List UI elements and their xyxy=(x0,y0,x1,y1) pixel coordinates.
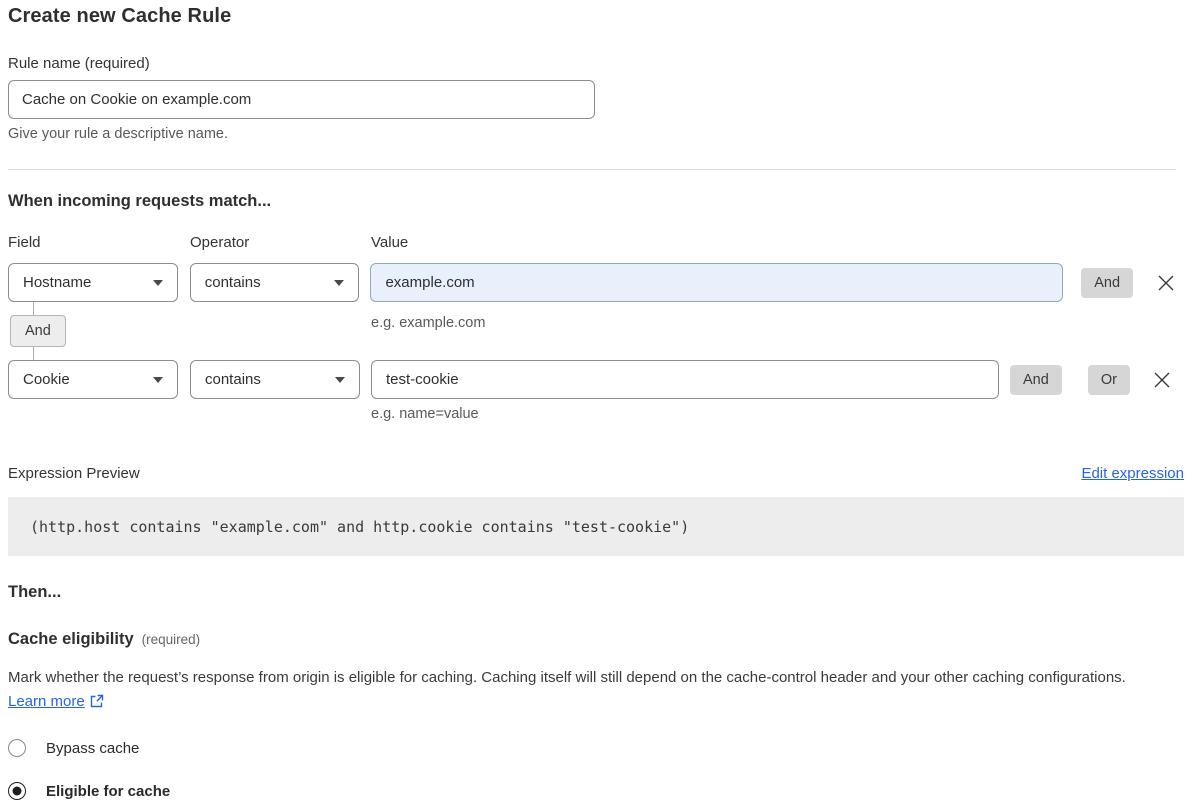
match-row-2: Cookie contains And Or xyxy=(8,360,1176,399)
chevron-down-icon xyxy=(334,280,344,286)
value-column-label: Value xyxy=(371,234,408,251)
add-and-condition-button-1[interactable]: And xyxy=(1081,268,1133,298)
value-input-2[interactable] xyxy=(371,360,999,399)
match-row-1: Hostname contains And xyxy=(8,263,1176,302)
radio-icon[interactable] xyxy=(8,739,26,757)
radio-icon[interactable] xyxy=(8,782,26,800)
field-select-2-value: Cookie xyxy=(23,371,70,388)
cache-eligibility-heading: Cache eligibility xyxy=(8,630,134,649)
cache-eligibility-heading-row: Cache eligibility (required) xyxy=(8,630,1176,649)
add-and-condition-button-2[interactable]: And xyxy=(1010,365,1062,395)
required-note: (required) xyxy=(142,632,201,647)
rule-name-input[interactable] xyxy=(8,80,595,119)
rule-name-helper: Give your rule a descriptive name. xyxy=(8,126,1176,142)
operator-select-2-value: contains xyxy=(205,371,261,388)
page-title: Create new Cache Rule xyxy=(8,5,1176,28)
value-input-1[interactable] xyxy=(370,263,1063,302)
add-or-condition-button-2[interactable]: Or xyxy=(1088,365,1130,395)
learn-more-link[interactable]: Learn more xyxy=(8,693,85,710)
expression-preview-header: Expression Preview Edit expression xyxy=(8,465,1184,482)
field-column-label: Field xyxy=(8,234,178,251)
radio-label: Eligible for cache xyxy=(46,783,170,800)
section-divider xyxy=(8,169,1176,170)
external-link-icon xyxy=(90,694,104,708)
condition-connector-area: And e.g. example.com xyxy=(8,302,1176,360)
expression-preview-block: (http.host contains "example.com" and ht… xyxy=(8,497,1184,556)
field-select-1-value: Hostname xyxy=(23,274,91,291)
field-select-2[interactable]: Cookie xyxy=(8,360,178,399)
operator-select-1-value: contains xyxy=(205,274,261,291)
close-icon xyxy=(1157,274,1175,292)
rule-name-label: Rule name (required) xyxy=(8,55,1176,72)
expression-preview-label: Expression Preview xyxy=(8,465,140,482)
chevron-down-icon xyxy=(335,377,345,383)
then-heading: Then... xyxy=(8,583,1176,602)
operator-select-1[interactable]: contains xyxy=(190,263,360,302)
chevron-down-icon xyxy=(153,377,163,383)
match-column-headers: Field Operator Value xyxy=(8,234,1176,251)
close-icon xyxy=(1153,371,1171,389)
expression-code: (http.host contains "example.com" and ht… xyxy=(30,518,689,536)
value-hint-1: e.g. example.com xyxy=(371,315,485,331)
edit-expression-link[interactable]: Edit expression xyxy=(1081,465,1184,482)
remove-condition-button-1[interactable] xyxy=(1156,273,1176,293)
operator-select-2[interactable]: contains xyxy=(190,360,360,399)
description-text: Mark whether the request’s response from… xyxy=(8,669,1126,686)
match-heading: When incoming requests match... xyxy=(8,192,1176,211)
radio-label: Bypass cache xyxy=(46,740,139,757)
remove-condition-button-2[interactable] xyxy=(1152,370,1172,390)
field-select-1[interactable]: Hostname xyxy=(8,263,178,302)
cache-eligibility-description: Mark whether the request’s response from… xyxy=(8,666,1168,714)
operator-column-label: Operator xyxy=(190,234,360,251)
and-connector-chip[interactable]: And xyxy=(10,315,66,347)
chevron-down-icon xyxy=(153,280,163,286)
value-hint-2: e.g. name=value xyxy=(371,406,1176,422)
radio-option-bypass-cache[interactable]: Bypass cache xyxy=(8,739,1176,757)
create-cache-rule-page: Create new Cache Rule Rule name (require… xyxy=(0,0,1192,800)
radio-option-eligible-for-cache[interactable]: Eligible for cache xyxy=(8,782,1176,800)
